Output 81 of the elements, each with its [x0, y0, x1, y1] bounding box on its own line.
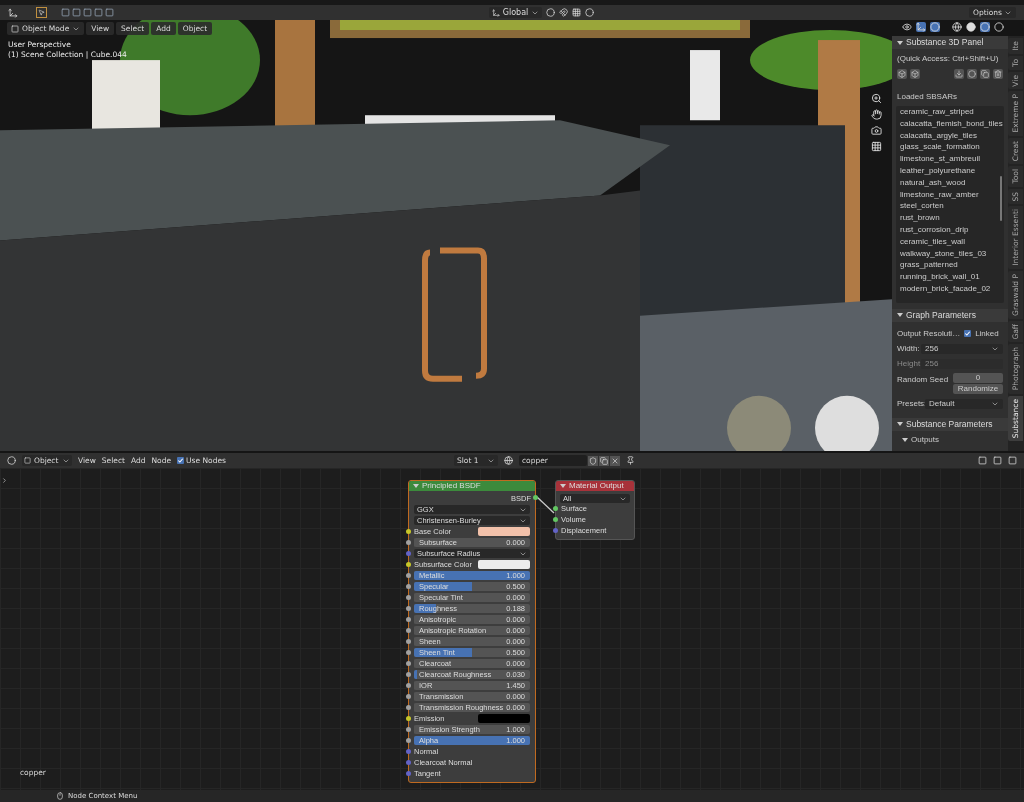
- trash-icon[interactable]: [993, 69, 1003, 79]
- quick-access-text: (Quick Access: Ctrl+Shift+U): [896, 53, 1000, 65]
- node-title: Principled BSDF: [422, 480, 481, 492]
- node-link: [536, 496, 555, 514]
- solid-icon[interactable]: [966, 22, 976, 32]
- sbsar-item[interactable]: calacatta_flemish_bond_tiles: [896, 117, 1004, 130]
- mouse-icon: [56, 792, 64, 800]
- wireframe-icon[interactable]: [952, 22, 962, 32]
- snap-grid-icon[interactable]: [572, 8, 582, 17]
- overlay-icon[interactable]: [930, 22, 940, 32]
- linked-checkbox[interactable]: [964, 330, 972, 338]
- sbsar-item[interactable]: natural_ash_wood: [896, 176, 1004, 189]
- color-swatch[interactable]: [478, 714, 530, 723]
- use-nodes-checkbox[interactable]: [177, 457, 185, 464]
- collapse-icon[interactable]: [897, 421, 903, 428]
- sbsar-item[interactable]: ceramic_raw_striped: [896, 106, 1004, 118]
- color-swatch[interactable]: [478, 560, 530, 569]
- pin-icon[interactable]: [625, 456, 635, 465]
- sbsar-item[interactable]: walkway_stone_tiles_03: [896, 247, 1004, 260]
- width-dropdown[interactable]: 256: [921, 343, 1003, 354]
- download-icon[interactable]: [954, 69, 964, 79]
- editor-type-icon[interactable]: [8, 7, 18, 18]
- visibility-icon[interactable]: [902, 22, 912, 32]
- snap-icon[interactable]: [559, 8, 569, 17]
- panel-title: Substance Parameters: [906, 417, 993, 431]
- color-swatch[interactable]: [478, 527, 530, 536]
- shield-icon[interactable]: [587, 455, 598, 466]
- principled-bsdf-node[interactable]: [408, 480, 536, 783]
- sbsar-item[interactable]: running_brick_wall_01: [896, 271, 1004, 283]
- sbsar-item[interactable]: calacatta_argyle_tiles: [896, 129, 1004, 142]
- sbsar-item[interactable]: modern_brick_facade_02: [896, 282, 1004, 295]
- checkbox-label: Linked: [975, 327, 999, 340]
- field-label: Presets:: [897, 397, 923, 410]
- material-icon[interactable]: [503, 456, 513, 465]
- collapse-icon[interactable]: [897, 39, 903, 46]
- pivot-icon[interactable]: [546, 8, 556, 17]
- panel-header[interactable]: Graph Parameters: [892, 308, 1008, 322]
- panel-title: Substance 3D Panel: [906, 36, 984, 49]
- camera-icon[interactable]: [871, 125, 882, 136]
- sbsar-item[interactable]: limestone_raw_amber: [896, 188, 1004, 201]
- zoom-icon[interactable]: [871, 93, 882, 104]
- field-label: Width:: [897, 342, 919, 355]
- hand-icon[interactable]: [871, 109, 882, 120]
- field-label: Height:: [897, 357, 919, 370]
- sbsar-item[interactable]: limestone_st_ambreuil: [896, 153, 1004, 165]
- subpanel-title: Outputs: [911, 433, 939, 446]
- collapse-icon[interactable]: [560, 483, 566, 489]
- expand-icon[interactable]: [1, 477, 8, 484]
- sbsar-item[interactable]: ceramic_tiles_wall: [896, 235, 1004, 248]
- panel-title: Graph Parameters: [906, 308, 976, 322]
- collapse-icon[interactable]: [897, 312, 903, 319]
- close-icon[interactable]: [609, 455, 620, 466]
- collapse-icon[interactable]: [902, 436, 908, 443]
- randomize-button[interactable]: Randomize: [953, 383, 1003, 394]
- axes-icon: [491, 8, 500, 17]
- editor-type-icon[interactable]: [7, 456, 16, 465]
- gizmo-icon[interactable]: [916, 22, 926, 32]
- field-label: Output Resoluti…: [897, 327, 961, 340]
- sbsar-item[interactable]: rust_brown: [896, 212, 1004, 224]
- sbsar-item[interactable]: grass_patterned: [896, 259, 1004, 272]
- sbsar-item[interactable]: steel_corten: [896, 200, 1004, 213]
- orientation-dropdown[interactable]: Global: [488, 7, 543, 18]
- presets-dropdown[interactable]: Default: [925, 398, 1003, 409]
- rendered-icon[interactable]: [994, 22, 1004, 32]
- copy-icon[interactable]: [598, 455, 609, 466]
- list-label: Loaded SBSARs: [896, 91, 959, 103]
- select-tool-icon[interactable]: [36, 7, 47, 18]
- sbsar-item[interactable]: glass_scale_formation: [896, 141, 1004, 154]
- copy-icon[interactable]: [980, 69, 990, 79]
- panel-header[interactable]: Substance 3D Panel: [892, 36, 1008, 49]
- panel-header[interactable]: Substance Parameters: [892, 417, 1008, 431]
- scrollbar[interactable]: [1000, 176, 1002, 221]
- grid-icon[interactable]: [871, 141, 882, 152]
- proportional-icon[interactable]: [585, 8, 595, 17]
- field-label: Random Seed: [897, 373, 950, 386]
- node-title: Material Output: [569, 480, 624, 492]
- material-preview-icon[interactable]: [980, 22, 990, 32]
- sbsar-item[interactable]: rust_corrosion_drip: [896, 223, 1004, 236]
- sphere-icon[interactable]: [967, 69, 977, 79]
- seed-field[interactable]: 0: [953, 372, 1003, 383]
- sbsar-item[interactable]: leather_polyurethane: [896, 165, 1004, 177]
